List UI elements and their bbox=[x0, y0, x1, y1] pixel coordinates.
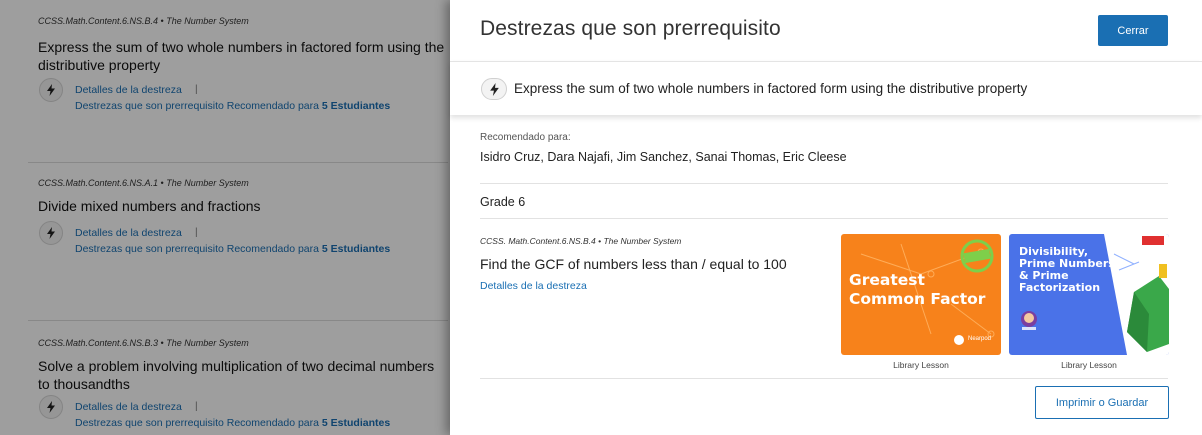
prereq-title: Find the GCF of numbers less than / equa… bbox=[480, 256, 787, 272]
divider bbox=[480, 378, 1168, 379]
panel-title: Destrezas que son prerrequisito bbox=[480, 17, 781, 40]
divider bbox=[480, 183, 1168, 184]
lesson-caption: Library Lesson bbox=[893, 360, 949, 370]
prereq-standard: CCSS. Math.Content.6.NS.B.4 • The Number… bbox=[480, 236, 682, 246]
lesson-thumbnail-divisibility[interactable]: Divisibility, Prime Numbers & Prime Fact… bbox=[1009, 234, 1169, 355]
stamp-badge-icon bbox=[960, 239, 994, 273]
lesson-title-line: Common Factor bbox=[849, 290, 986, 308]
lesson-title: Greatest Common Factor bbox=[849, 271, 985, 309]
lesson-thumbnail-gcf[interactable]: Greatest Common Factor Nearpod bbox=[841, 234, 1001, 355]
lesson-title-line: Factorization bbox=[1019, 281, 1101, 294]
close-button[interactable]: Cerrar bbox=[1098, 15, 1168, 46]
lesson-title: Divisibility, Prime Numbers & Prime Fact… bbox=[1019, 246, 1115, 294]
nearpod-logo: Nearpod bbox=[968, 336, 992, 342]
divider bbox=[480, 218, 1168, 219]
recommended-label: Recomendado para: bbox=[480, 132, 571, 143]
prerequisite-skills-panel: Destrezas que son prerrequisito Cerrar E… bbox=[450, 0, 1202, 435]
lesson-caption: Library Lesson bbox=[1061, 360, 1117, 370]
lesson-title-line: Greatest bbox=[849, 271, 925, 289]
modal-overlay[interactable] bbox=[0, 0, 450, 435]
prereq-details-link[interactable]: Detalles de la destreza bbox=[480, 280, 587, 292]
recommended-students: Isidro Cruz, Dara Najafi, Jim Sanchez, S… bbox=[480, 150, 847, 164]
lightning-bolt-icon bbox=[481, 78, 507, 100]
selected-skill-bar: Express the sum of two whole numbers in … bbox=[450, 61, 1202, 115]
grade-label: Grade 6 bbox=[480, 195, 526, 209]
selected-skill-text: Express the sum of two whole numbers in … bbox=[514, 81, 1028, 96]
print-or-save-button[interactable]: Imprimir o Guardar bbox=[1035, 386, 1169, 419]
